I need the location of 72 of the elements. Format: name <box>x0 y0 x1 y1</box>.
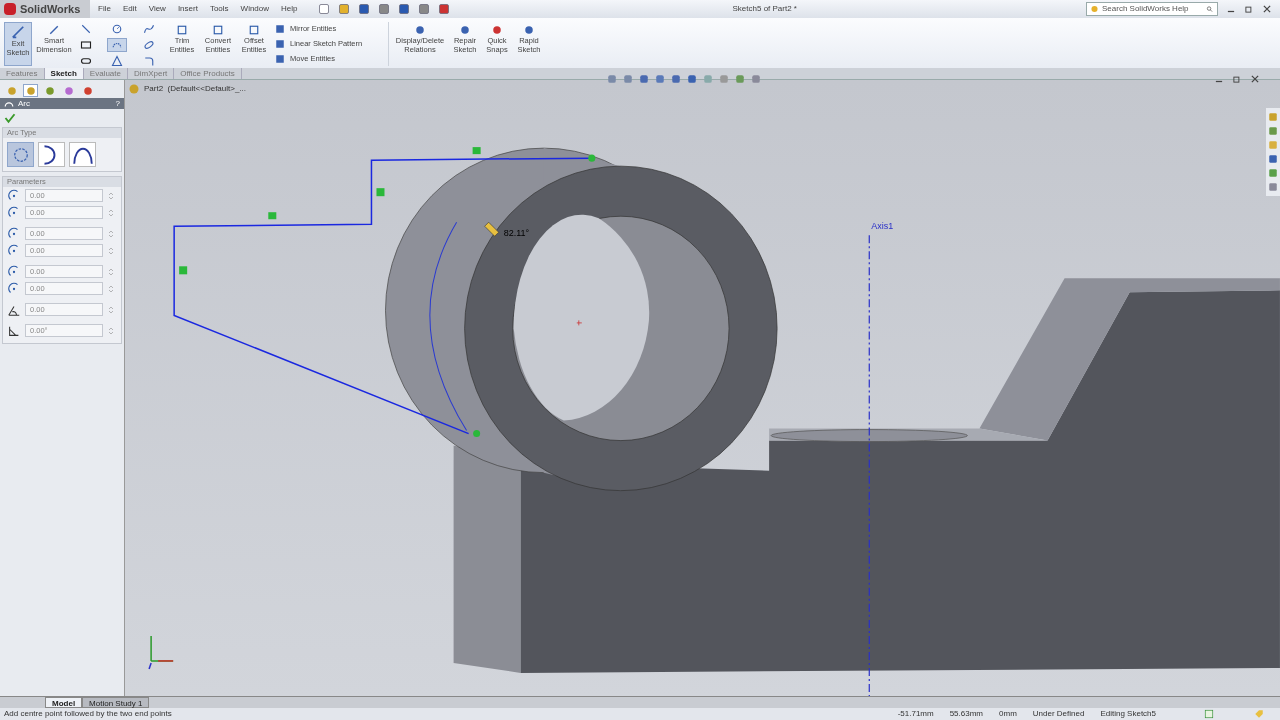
spin-icon <box>107 304 115 315</box>
tool-icon <box>274 52 286 65</box>
part-icon <box>128 83 140 95</box>
toolbar-icon <box>397 3 410 15</box>
spin-icon <box>107 190 115 201</box>
axis-label: Axis1 <box>871 221 894 232</box>
window-title: Sketch5 of Part2 * <box>732 3 797 15</box>
tool-icon <box>274 22 286 35</box>
menu-item[interactable]: Window <box>240 3 270 15</box>
slot-icon <box>80 55 92 67</box>
status-item: Editing Sketch5 <box>1100 708 1156 720</box>
panel-title: Arc <box>18 97 30 110</box>
status-item: Under Defined <box>1032 708 1085 720</box>
toolbar-icon <box>417 3 430 15</box>
menu-item[interactable]: View <box>148 3 166 15</box>
arc-type-button[interactable] <box>38 142 65 167</box>
tool-icon <box>274 37 286 50</box>
toolbar-icon <box>337 3 350 15</box>
command-tab[interactable]: Sketch <box>44 68 84 79</box>
ok-check-icon <box>4 112 16 124</box>
arc-type-button[interactable] <box>69 142 96 167</box>
toolbar-icon <box>317 3 330 15</box>
restore-icon <box>1244 4 1254 14</box>
spin-icon <box>107 283 115 294</box>
spline-icon <box>142 23 155 35</box>
tool-icon <box>459 24 471 36</box>
axis-triad-icon <box>148 635 174 670</box>
line-icon <box>80 23 92 35</box>
menu-item[interactable]: Insert <box>177 3 198 15</box>
tree-item[interactable]: Part2 (Default<<Default>_... <box>144 83 247 95</box>
tool-icon <box>414 24 426 36</box>
status-item: -51.71mm <box>897 708 934 720</box>
tool-icon <box>248 24 260 36</box>
menu-item[interactable]: Help <box>281 3 298 15</box>
spin-icon <box>107 207 115 218</box>
search-field[interactable]: Search SolidWorks Help <box>1086 2 1218 16</box>
dimension-icon <box>48 24 60 36</box>
tool-icon <box>212 24 224 36</box>
angle-readout: 82.11° <box>503 228 530 239</box>
corner-icon <box>142 55 155 67</box>
close-icon <box>1262 4 1272 14</box>
menu-item[interactable]: Edit <box>122 3 137 15</box>
spin-icon <box>107 325 115 336</box>
help-icon <box>1204 709 1214 719</box>
status-item: 0mm <box>999 708 1017 720</box>
circle-icon <box>111 23 124 35</box>
sketch-icon <box>11 25 25 39</box>
status-item: 55.63mm <box>949 708 984 720</box>
ellipse-icon <box>142 39 155 51</box>
tool-icon <box>523 24 535 36</box>
pencil-cursor-icon <box>484 221 499 237</box>
logo-icon <box>4 3 16 15</box>
manager-tab[interactable] <box>23 84 38 97</box>
spin-icon <box>107 228 115 239</box>
close-icon <box>1250 74 1260 84</box>
toolbar-icon <box>377 3 390 15</box>
tool-icon <box>491 24 503 36</box>
help-button[interactable]: ? <box>115 97 120 110</box>
spin-icon <box>107 245 115 256</box>
tool-icon <box>176 24 188 36</box>
help-icon <box>1091 4 1098 14</box>
spin-icon <box>107 266 115 277</box>
search-icon <box>1206 4 1213 14</box>
toolbar-icon <box>437 3 450 15</box>
restore-icon <box>1232 74 1242 84</box>
triangle-icon <box>111 55 124 67</box>
toolbar-icon <box>357 3 370 15</box>
rectangle-icon <box>80 39 92 51</box>
app-logo[interactable]: SolidWorks <box>0 0 90 18</box>
menu-item[interactable]: File <box>98 3 111 15</box>
menu-item[interactable]: Tools <box>209 3 229 15</box>
status-message: Add centre point followed by the two end points <box>4 708 172 720</box>
